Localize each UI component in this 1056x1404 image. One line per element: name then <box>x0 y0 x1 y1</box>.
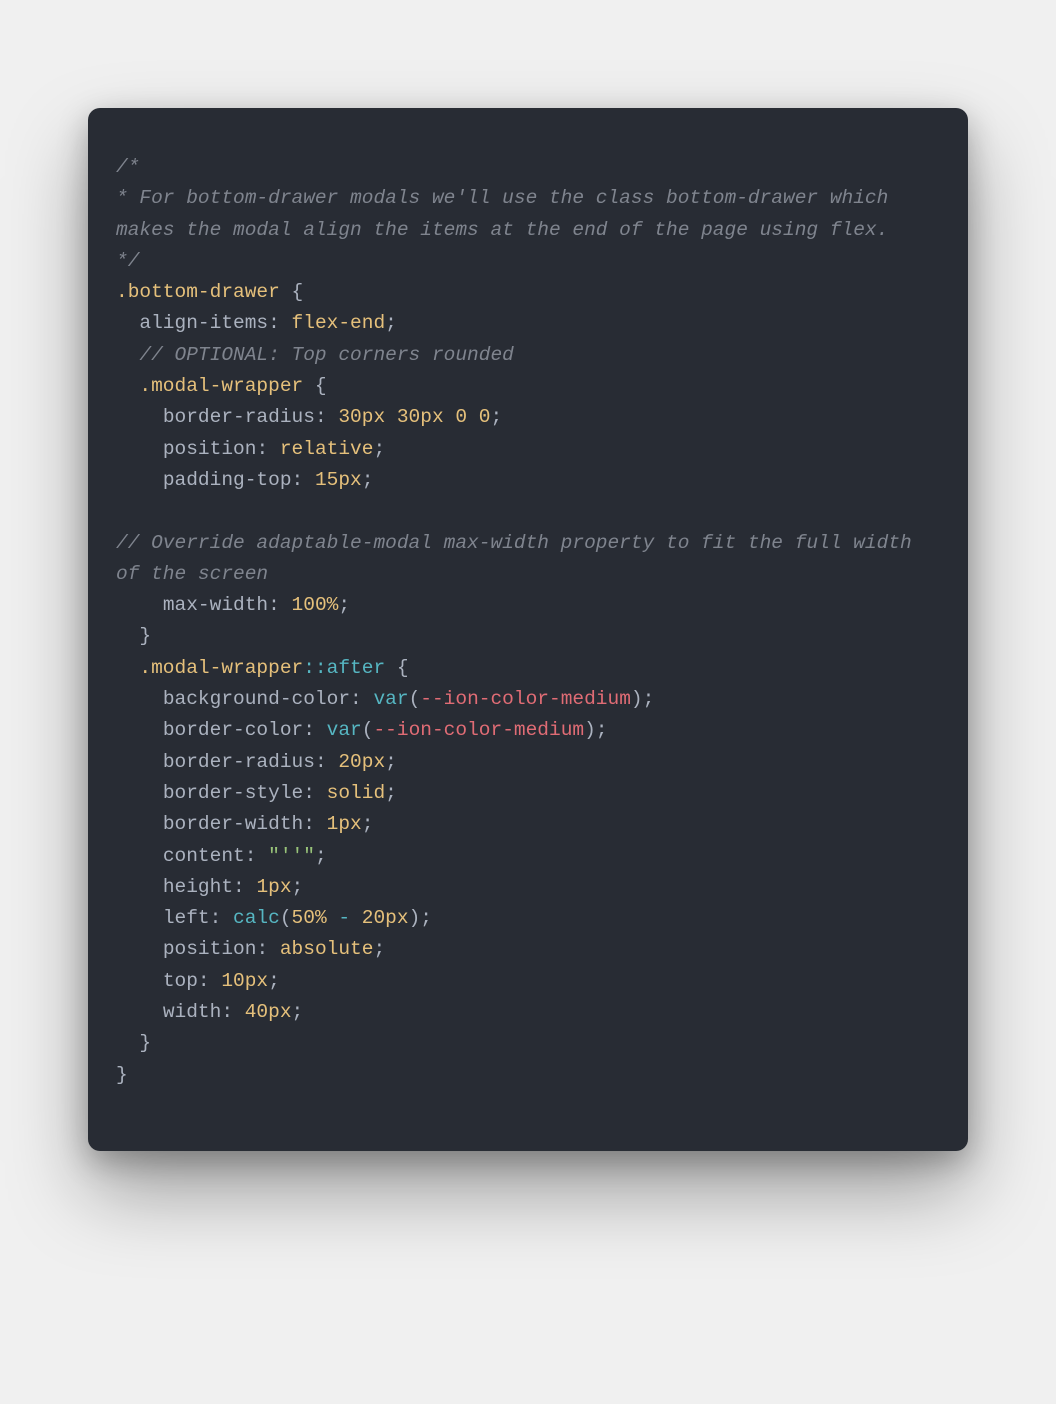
code-token: calc <box>233 907 280 929</box>
code-token: ; <box>385 751 397 773</box>
code-token: : <box>350 688 373 710</box>
code-token: flex-end <box>292 312 386 334</box>
code-token: left <box>163 907 210 929</box>
code-token: 30px 30px 0 0 <box>338 406 490 428</box>
code-token: height <box>163 876 233 898</box>
code-token: solid <box>327 782 386 804</box>
code-token: { <box>280 281 303 303</box>
code-token: ; <box>268 970 280 992</box>
code-token: : <box>268 312 291 334</box>
code-token: 1px <box>256 876 291 898</box>
code-token: : <box>315 751 338 773</box>
code-token: : <box>198 970 221 992</box>
code-token: background-color <box>163 688 350 710</box>
code-token: "''" <box>268 845 315 867</box>
code-token: padding-top <box>163 469 292 491</box>
code-token: width <box>163 1001 222 1023</box>
code-token: ); <box>584 719 607 741</box>
code-token: // Override adaptable-modal max-width pr… <box>116 532 923 585</box>
code-token: } <box>139 1032 151 1054</box>
code-token: .modal-wrapper <box>139 657 303 679</box>
code-token: position <box>163 938 257 960</box>
code-token: ; <box>385 782 397 804</box>
code-token: : <box>210 907 233 929</box>
code-token: ; <box>490 406 502 428</box>
code-token: */ <box>116 250 139 272</box>
code-token: } <box>116 1064 128 1086</box>
code-token: : <box>256 438 279 460</box>
code-token: relative <box>280 438 374 460</box>
code-token: ; <box>292 876 304 898</box>
code-token: border-radius <box>163 406 315 428</box>
code-token: - <box>327 907 362 929</box>
code-token: ( <box>409 688 421 710</box>
page-stage: /* * For bottom-drawer modals we'll use … <box>0 0 1056 1404</box>
code-token: : <box>268 594 291 616</box>
code-token: border-color <box>163 719 303 741</box>
code-token: top <box>163 970 198 992</box>
code-token: : <box>256 938 279 960</box>
code-token: position <box>163 438 257 460</box>
code-token: content <box>163 845 245 867</box>
code-token: : <box>221 1001 244 1023</box>
code-token: ; <box>338 594 350 616</box>
code-token: absolute <box>280 938 374 960</box>
code-token: ; <box>385 312 397 334</box>
code-token: max-width <box>163 594 268 616</box>
code-token: 15px <box>315 469 362 491</box>
code-token: { <box>385 657 408 679</box>
code-token: border-width <box>163 813 303 835</box>
code-token: border-radius <box>163 751 315 773</box>
code-token: ); <box>409 907 432 929</box>
code-token: ; <box>315 845 327 867</box>
code-token: ( <box>362 719 374 741</box>
code-token: 50% <box>292 907 327 929</box>
code-token: --ion-color-medium <box>373 719 584 741</box>
code-block[interactable]: /* * For bottom-drawer modals we'll use … <box>116 152 940 1091</box>
code-token: 20px <box>338 751 385 773</box>
code-token: align-items <box>139 312 268 334</box>
code-token: // OPTIONAL: Top corners rounded <box>139 344 513 366</box>
code-token: .modal-wrapper <box>139 375 303 397</box>
code-token: : <box>303 813 326 835</box>
code-token: ); <box>631 688 654 710</box>
code-token: 20px <box>362 907 409 929</box>
code-token: : <box>233 876 256 898</box>
code-token: 100% <box>292 594 339 616</box>
code-token: : <box>245 845 268 867</box>
code-token: ; <box>362 813 374 835</box>
code-token: 1px <box>327 813 362 835</box>
code-token: 40px <box>245 1001 292 1023</box>
code-token: ( <box>280 907 292 929</box>
code-token: : <box>303 782 326 804</box>
code-token: ; <box>373 938 385 960</box>
code-token: var <box>373 688 408 710</box>
code-token: ::after <box>303 657 385 679</box>
code-token: var <box>327 719 362 741</box>
code-token: /* <box>116 156 139 178</box>
code-token: ; <box>362 469 374 491</box>
code-token: : <box>292 469 315 491</box>
code-token: { <box>303 375 326 397</box>
code-card: /* * For bottom-drawer modals we'll use … <box>88 108 968 1151</box>
code-token: --ion-color-medium <box>420 688 631 710</box>
code-token: border-style <box>163 782 303 804</box>
code-token: ; <box>373 438 385 460</box>
code-token: * For bottom-drawer modals we'll use the… <box>116 187 900 240</box>
code-token: : <box>315 406 338 428</box>
code-token: 10px <box>221 970 268 992</box>
code-token: } <box>139 625 151 647</box>
code-token: ; <box>292 1001 304 1023</box>
code-token: : <box>303 719 326 741</box>
code-token: .bottom-drawer <box>116 281 280 303</box>
